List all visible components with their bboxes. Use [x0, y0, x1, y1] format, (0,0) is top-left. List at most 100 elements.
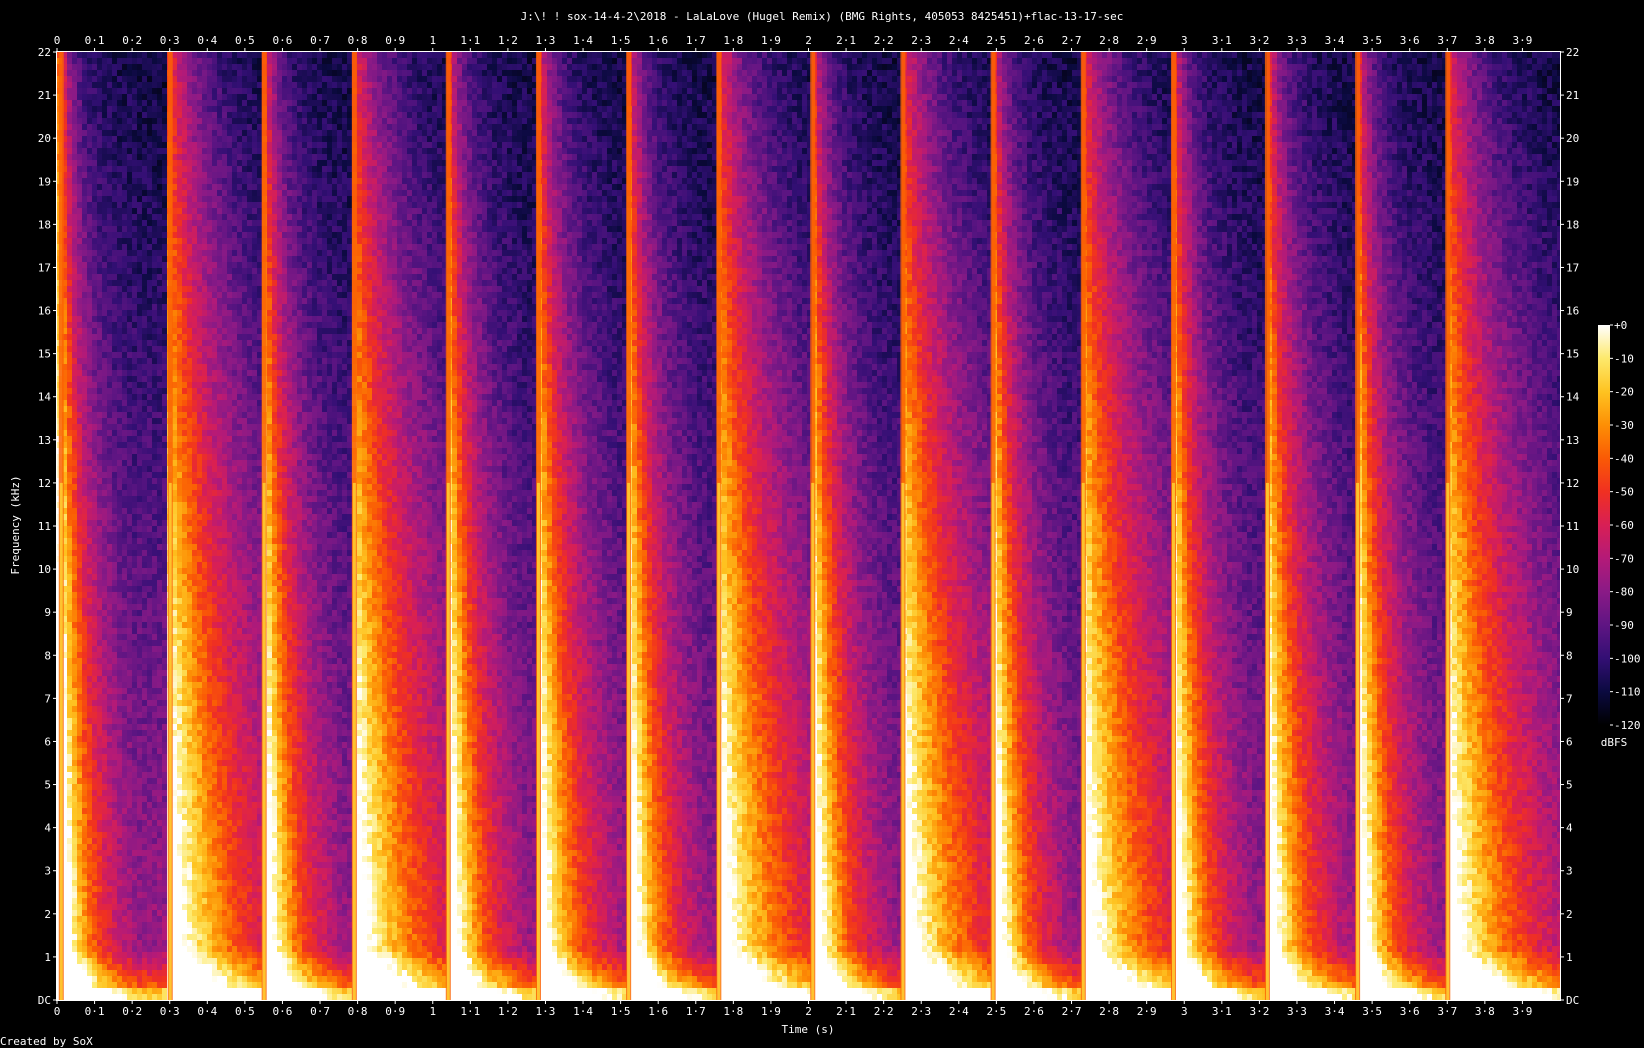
spectrogram-cell — [77, 172, 83, 179]
spectrogram-cell — [67, 610, 73, 617]
spectrogram-cell — [72, 910, 78, 917]
spectrogram-cell — [72, 580, 78, 587]
spectrogram-cell — [77, 910, 83, 917]
spectrogram-cell — [67, 334, 73, 341]
spectrogram-cell — [72, 844, 78, 851]
spectrogram-cell — [67, 850, 73, 857]
spectrogram-cell — [82, 214, 88, 221]
spectrogram-cell — [77, 436, 83, 443]
spectrogram-cell — [77, 646, 83, 653]
spectrogram-cell — [72, 820, 78, 827]
spectrogram-cell — [72, 832, 78, 839]
spectrogram-cell — [67, 544, 73, 551]
spectrogram-cell — [67, 910, 73, 917]
spectrogram-cell — [72, 964, 78, 971]
spectrogram-cell — [77, 898, 83, 905]
spectrogram-cell — [77, 760, 83, 767]
spectrogram-cell — [77, 712, 83, 719]
spectrogram-cell — [77, 448, 83, 455]
spectrogram-cell — [82, 790, 88, 797]
spectrogram-cell — [67, 292, 73, 299]
spectrogram-cell — [77, 958, 83, 965]
spectrogram-cell — [67, 856, 73, 863]
spectrogram-cell — [72, 346, 78, 353]
spectrogram-cell — [82, 106, 88, 113]
spectrogram-cell — [82, 52, 88, 59]
spectrogram-cell — [77, 358, 83, 365]
spectrogram-cell — [67, 130, 73, 137]
spectrogram-cell — [67, 784, 73, 791]
spectrogram-cell — [77, 838, 83, 845]
spectrogram-cell — [72, 142, 78, 149]
spectrogram-cell — [67, 298, 73, 305]
spectrogram-cell — [77, 490, 83, 497]
spectrogram-cell — [77, 394, 83, 401]
spectrogram-cell — [82, 454, 88, 461]
spectrogram-cell — [77, 382, 83, 389]
spectrogram-cell — [72, 586, 78, 593]
spectrogram-cell — [67, 424, 73, 431]
spectrogram-cell — [77, 52, 83, 59]
spectrogram-cell — [72, 958, 78, 965]
spectrogram-cell — [82, 568, 88, 575]
spectrogram-cell — [77, 478, 83, 485]
spectrogram-cell — [77, 874, 83, 881]
spectrogram-cell — [67, 142, 73, 149]
spectrogram-cell — [67, 82, 73, 89]
spectrogram-cell — [82, 640, 88, 647]
spectrogram-cell — [77, 892, 83, 899]
spectrogram-cell — [67, 742, 73, 749]
spectrogram-cell — [82, 100, 88, 107]
spectrogram-cell — [82, 556, 88, 563]
spectrogram-cell — [77, 256, 83, 263]
spectrogram-cell — [82, 754, 88, 761]
spectrogram-cell — [67, 892, 73, 899]
spectrogram-cell — [77, 850, 83, 857]
spectrogram-cell — [67, 790, 73, 797]
spectrogram-cell — [82, 142, 88, 149]
spectrogram-cell — [77, 406, 83, 413]
spectrogram-cell — [72, 214, 78, 221]
spectrogram-cell — [67, 448, 73, 455]
spectrogram-cell — [82, 76, 88, 83]
spectrogram-cell — [72, 982, 78, 989]
spectrogram-cell — [77, 952, 83, 959]
spectrogram-cell — [82, 550, 88, 557]
spectrogram-cell — [77, 280, 83, 287]
spectrogram-cell — [67, 268, 73, 275]
spectrogram-cell — [67, 514, 73, 521]
spectrogram-cell — [72, 352, 78, 359]
spectrogram-cell — [77, 604, 83, 611]
spectrogram-cell — [67, 760, 73, 767]
spectrogram-cell — [67, 286, 73, 293]
spectrogram-cell — [77, 970, 83, 977]
spectrogram-cell — [77, 250, 83, 257]
spectrogram-cell — [77, 778, 83, 785]
spectrogram-cell — [77, 502, 83, 509]
spectrogram-cell — [67, 904, 73, 911]
spectrogram-cell — [82, 88, 88, 95]
spectrogram-cell — [67, 964, 73, 971]
spectrogram-cell — [72, 514, 78, 521]
spectrogram-cell — [72, 766, 78, 773]
spectrogram-cell — [67, 724, 73, 731]
spectrogram-cell — [77, 934, 83, 941]
spectrogram-cell — [82, 676, 88, 683]
spectrogram-cell — [82, 622, 88, 629]
spectrogram-cell — [77, 412, 83, 419]
spectrogram-cell — [67, 772, 73, 779]
spectrogram-cell — [72, 406, 78, 413]
spectrogram-cell — [77, 784, 83, 791]
spectrogram-cell — [67, 280, 73, 287]
spectrogram-cell — [67, 244, 73, 251]
spectrogram-cell — [82, 424, 88, 431]
spectrogram-cell — [67, 946, 73, 953]
spectrogram-cell — [67, 706, 73, 713]
spectrogram-cell — [82, 610, 88, 617]
spectrogram-cell — [67, 484, 73, 491]
spectrogram-cell — [77, 886, 83, 893]
spectrogram-cell — [82, 322, 88, 329]
spectrogram-cell — [77, 700, 83, 707]
spectrogram-cell — [67, 862, 73, 869]
spectrogram-cell — [77, 508, 83, 515]
